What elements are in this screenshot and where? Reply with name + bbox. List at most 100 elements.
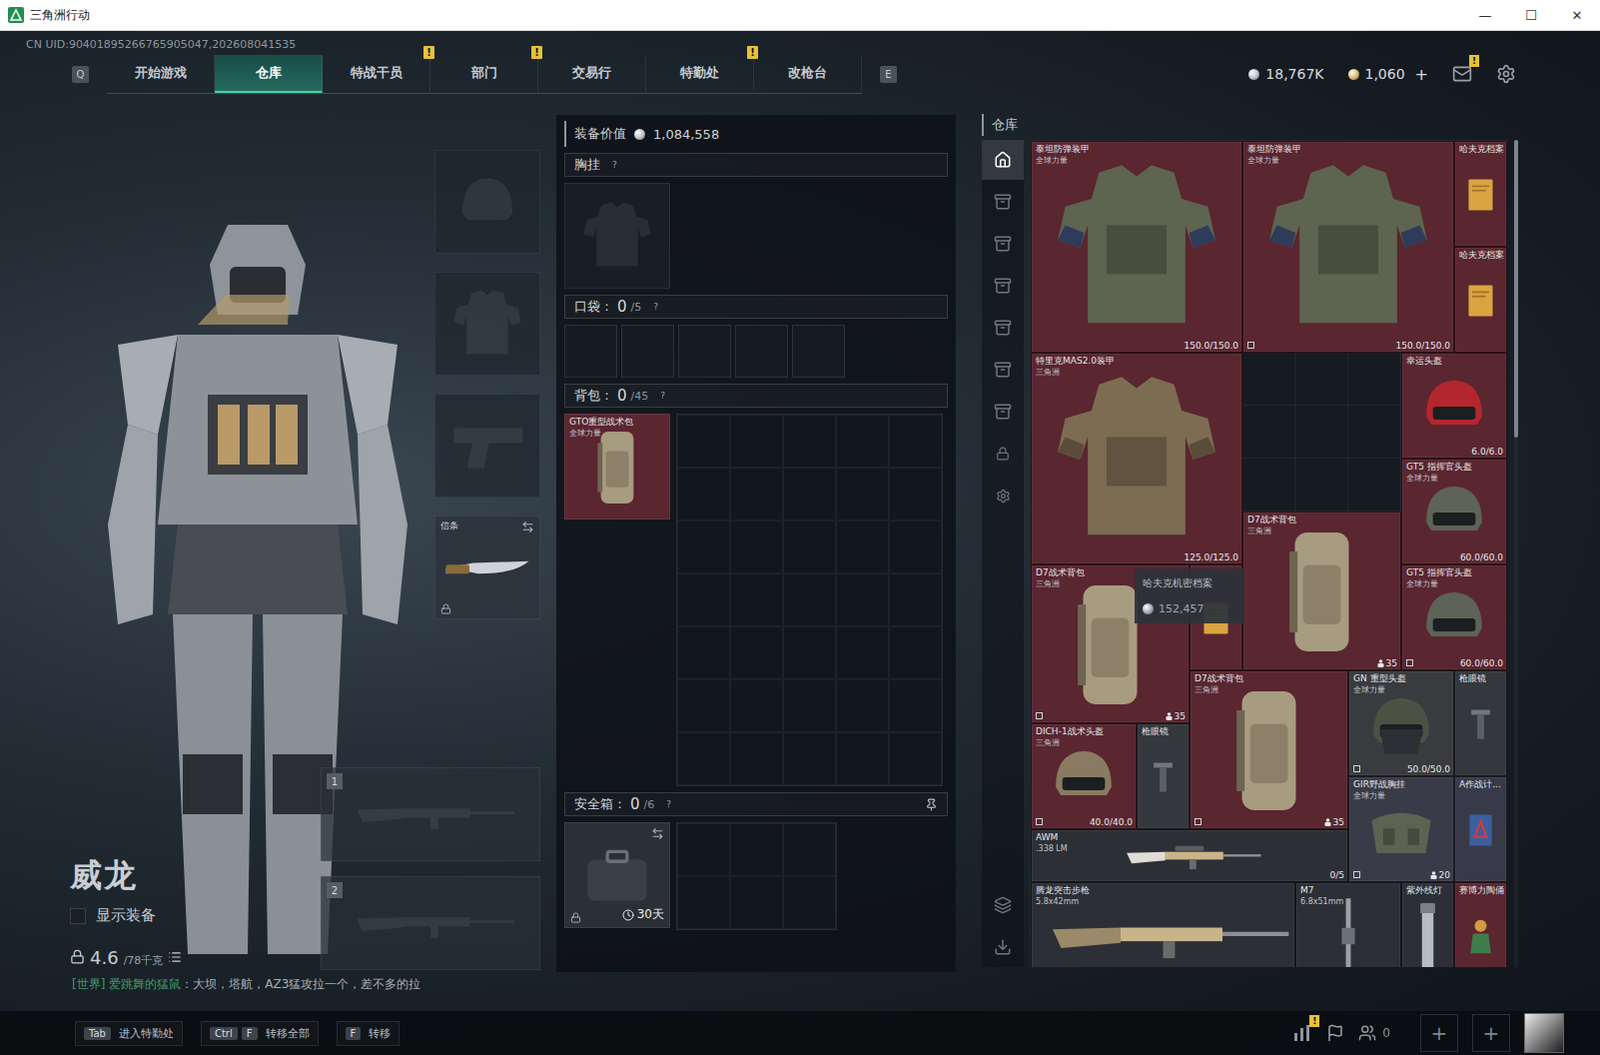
key-hint[interactable]: CtrlF转移全部 (200, 1020, 319, 1046)
backpack-cell[interactable] (677, 467, 731, 521)
backpack-cell[interactable] (677, 520, 731, 574)
pin-button[interactable] (924, 798, 938, 811)
stash-item[interactable]: 泰坦防弹装甲全球力量150.0/150.0 (1030, 140, 1243, 353)
backpack-slot[interactable]: GTO重型战术包全球力量 (564, 413, 671, 520)
secure-case-cell[interactable] (677, 875, 731, 929)
stash-item[interactable]: 枪眼镜 (1454, 670, 1508, 777)
pocket-slot[interactable] (735, 324, 789, 378)
stash-item[interactable]: DICH-1战术头盔三角洲40.0/40.0 (1030, 723, 1137, 829)
warehouse-tool[interactable] (981, 926, 1024, 967)
backpack-cell[interactable] (835, 732, 889, 786)
backpack-cell[interactable] (730, 467, 784, 521)
weapon-slot[interactable]: 2 (320, 875, 541, 970)
scroll-thumb[interactable] (1514, 139, 1519, 438)
backpack-cell[interactable] (888, 626, 942, 680)
backpack-cell[interactable] (677, 573, 731, 627)
pocket-slot[interactable] (621, 324, 675, 378)
nav-tab[interactable]: 仓库 (214, 54, 323, 93)
show-gear-toggle[interactable]: 显示装备 (69, 905, 321, 925)
backpack-cell[interactable] (835, 520, 889, 574)
warehouse-tab[interactable] (981, 475, 1024, 516)
gear-slot[interactable] (434, 393, 541, 498)
backpack-cell[interactable] (783, 414, 836, 468)
backpack-cell[interactable] (888, 679, 942, 733)
backpack-cell[interactable] (888, 573, 942, 627)
stash-item[interactable]: 腾龙突击步枪5.8x42mm (1030, 881, 1296, 967)
mail-button[interactable]: ! (1452, 63, 1473, 84)
warehouse-tab[interactable] (981, 307, 1024, 348)
backpack-cell[interactable] (783, 626, 836, 680)
backpack-cell[interactable] (783, 467, 836, 521)
stash-item[interactable]: 特里克MAS2.0装甲三角洲125.0/125.0 (1030, 352, 1243, 565)
backpack-cell[interactable] (677, 679, 731, 733)
warehouse-tab[interactable] (981, 433, 1024, 474)
stash-item[interactable]: D7战术背包三角洲35 (1242, 511, 1402, 671)
warehouse-tool[interactable] (981, 884, 1024, 925)
warehouse-tab[interactable] (981, 265, 1024, 306)
nav-tab[interactable]: 改枪台 (754, 54, 862, 93)
warehouse-tab[interactable] (981, 223, 1024, 264)
backpack-cell[interactable] (835, 573, 889, 627)
backpack-cell[interactable] (835, 467, 889, 521)
warehouse-tab[interactable] (981, 391, 1024, 432)
backpack-cell[interactable] (677, 626, 731, 680)
add-teammate-button[interactable]: + (1472, 1013, 1511, 1052)
backpack-cell[interactable] (730, 414, 784, 468)
backpack-cell[interactable] (783, 573, 836, 627)
stash-item[interactable]: GT5 指挥官头盔全球力量60.0/60.0 (1401, 564, 1508, 671)
secure-case-cell[interactable] (783, 822, 836, 876)
pocket-slot[interactable] (564, 324, 618, 378)
warehouse-tab[interactable] (981, 349, 1024, 390)
backpack-cell[interactable] (730, 573, 784, 627)
backpack-cell[interactable] (888, 414, 942, 468)
stash-item[interactable]: 泰坦防弹装甲全球力量150.0/150.0 (1242, 140, 1455, 353)
nav-tab[interactable]: 特勤处! (646, 54, 755, 93)
add-currency-button[interactable]: + (1415, 64, 1429, 84)
swap-button[interactable] (651, 826, 665, 840)
secure-case-cell[interactable] (730, 822, 784, 876)
key-hint[interactable]: F转移 (336, 1020, 401, 1046)
nav-tab[interactable]: 开始游戏 (106, 54, 215, 93)
stash-item[interactable]: D7战术背包三角洲35 (1189, 670, 1349, 829)
player-avatar[interactable] (1524, 1012, 1565, 1053)
secure-case-cell[interactable] (677, 822, 731, 876)
backpack-cell[interactable] (730, 732, 784, 786)
backpack-cell[interactable] (730, 520, 784, 574)
backpack-cell[interactable] (730, 626, 784, 680)
nav-tab[interactable]: 交易行 (538, 54, 647, 93)
list-icon[interactable] (167, 949, 182, 964)
window-control-button[interactable]: ✕ (1554, 0, 1600, 30)
stash-item[interactable]: GT5 指挥官头盔全球力量60.0/60.0 (1401, 458, 1508, 565)
friends[interactable]: 0 (1358, 1023, 1407, 1042)
gear-slot[interactable]: 信条 (434, 515, 541, 620)
warehouse-tab[interactable] (981, 181, 1024, 222)
stash-item[interactable]: AWM.338 LM0/5 (1030, 828, 1349, 882)
stash-item[interactable]: A作战计... (1454, 776, 1508, 882)
key-hint[interactable]: Tab进入特勤处 (74, 1020, 183, 1046)
backpack-cell[interactable] (888, 732, 942, 786)
backpack-cell[interactable] (835, 414, 889, 468)
swap-button[interactable] (521, 520, 535, 534)
gear-slot[interactable] (434, 271, 541, 376)
checkbox[interactable] (69, 907, 86, 924)
add-teammate-button[interactable]: + (1420, 1013, 1459, 1052)
weapon-slot[interactable]: 1 (320, 767, 541, 861)
stash-item[interactable]: GIR野战胸挂全球力量20 (1348, 776, 1455, 882)
pocket-slot[interactable] (678, 324, 732, 378)
secure-case-cell[interactable] (783, 875, 836, 929)
gear-slot[interactable] (434, 149, 541, 254)
backpack-cell[interactable] (783, 732, 836, 786)
window-control-button[interactable]: ☐ (1508, 0, 1555, 30)
backpack-cell[interactable] (677, 732, 731, 786)
stash-item[interactable]: 紫外线灯 (1401, 881, 1455, 967)
backpack-cell[interactable] (835, 679, 889, 733)
backpack-cell[interactable] (730, 679, 784, 733)
pocket-slot[interactable] (792, 324, 845, 378)
secure-case-cell[interactable] (730, 875, 784, 929)
backpack-cell[interactable] (888, 520, 942, 574)
stash-item[interactable]: 幸运头盔6.0/6.0 (1401, 352, 1508, 459)
backpack-cell[interactable] (677, 414, 731, 468)
stash-item[interactable]: M76.8x51mm (1295, 881, 1402, 967)
stash-item[interactable]: 赛博力陶俑 (1454, 881, 1508, 967)
stash-item[interactable]: GN 重型头盔全球力量50.0/50.0 (1348, 670, 1455, 777)
